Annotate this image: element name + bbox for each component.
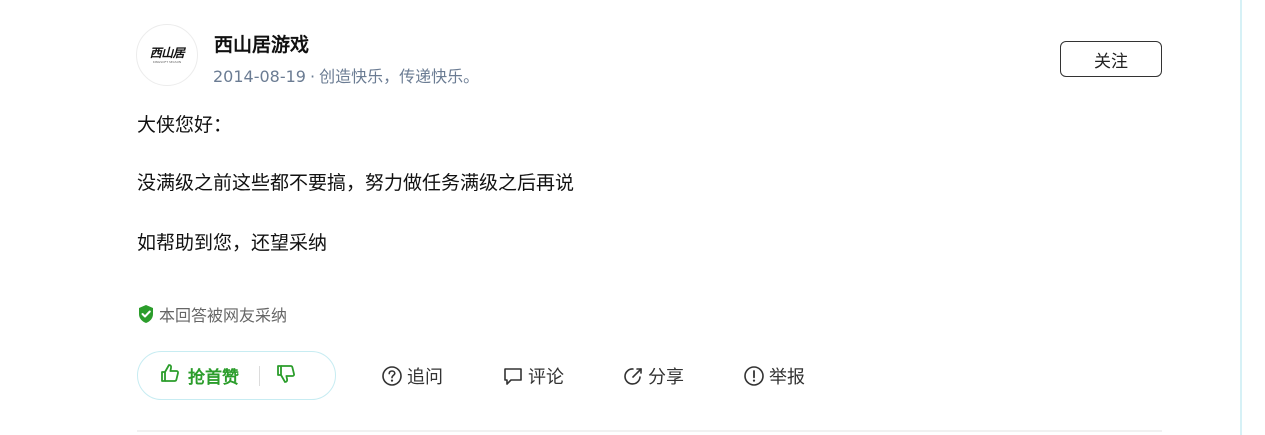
answer-paragraph: 如帮助到您，还望采纳 <box>137 232 328 254</box>
answer-paragraph: 没满级之前这些都不要搞，努力做任务满级之后再说 <box>137 172 575 194</box>
report-button[interactable]: 举报 <box>743 363 805 389</box>
author-signature: 创造快乐，传递快乐。 <box>319 67 480 86</box>
upvote-button[interactable]: 抢首赞 <box>160 363 239 388</box>
meta-separator: · <box>309 67 316 86</box>
author-meta: 2014-08-19 · 创造快乐，传递快乐。 <box>213 63 479 87</box>
answer-card: 西山居 KINGSOFT SEASUN 西山居游戏 2014-08-19 · 创造快… <box>0 0 1240 435</box>
comment-button[interactable]: 评论 <box>502 363 564 389</box>
right-divider <box>1240 0 1242 435</box>
answer-date: 2014-08-19 <box>213 67 306 86</box>
share-icon <box>622 365 644 387</box>
follow-button[interactable]: 关注 <box>1060 41 1162 77</box>
question-circle-icon <box>381 365 403 387</box>
shield-check-icon <box>137 304 155 324</box>
avatar[interactable]: 西山居 KINGSOFT SEASUN <box>136 24 198 86</box>
share-label: 分享 <box>648 367 684 388</box>
report-label: 举报 <box>769 367 805 388</box>
comment-label: 评论 <box>528 367 564 388</box>
adopted-badge: 本回答被网友采纳 <box>137 302 287 326</box>
author-name[interactable]: 西山居游戏 <box>214 30 309 57</box>
thumb-down-icon <box>276 364 296 388</box>
adopted-label: 本回答被网友采纳 <box>159 306 288 325</box>
vote-pill: 抢首赞 <box>137 351 336 400</box>
downvote-button[interactable] <box>276 364 296 388</box>
upvote-label: 抢首赞 <box>188 368 239 388</box>
thumb-up-icon <box>160 363 180 388</box>
avatar-logo-subtitle: KINGSOFT SEASUN <box>152 59 182 64</box>
ask-button[interactable]: 追问 <box>381 363 443 389</box>
avatar-logo-text: 西山居 <box>149 45 185 60</box>
pill-divider <box>259 365 260 386</box>
answer-paragraph: 大侠您好： <box>137 114 233 136</box>
comment-icon <box>502 365 524 387</box>
ask-label: 追问 <box>407 367 443 388</box>
share-button[interactable]: 分享 <box>622 363 684 389</box>
report-icon <box>743 365 765 387</box>
